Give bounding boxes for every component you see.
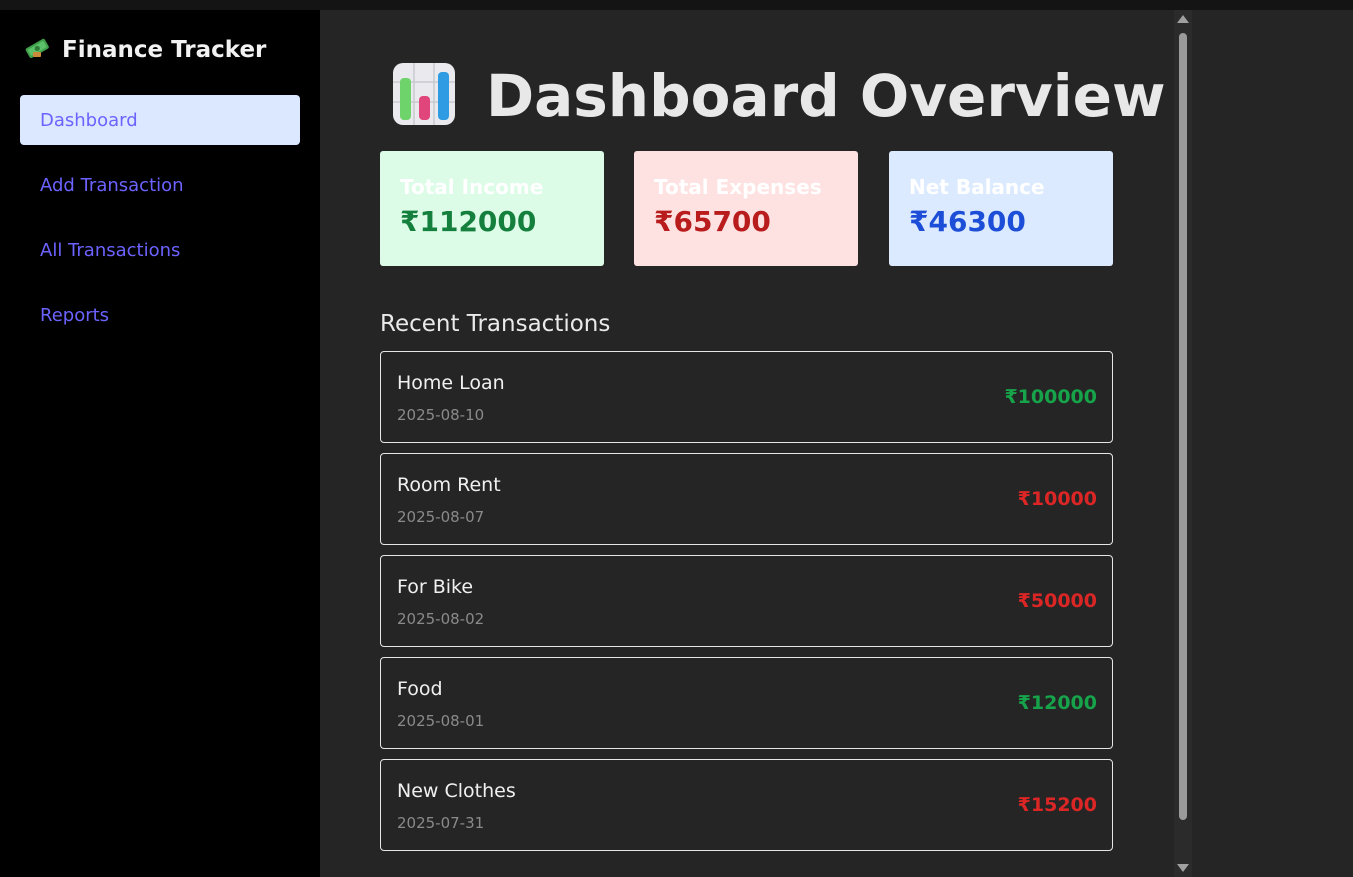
card-value: ₹112000 [400, 205, 537, 238]
card-label: Total Income [400, 175, 544, 199]
page-title: Dashboard Overview [486, 62, 1166, 130]
sidebar-item-label: Add Transaction [40, 174, 184, 196]
transaction-row[interactable]: Room Rent 2025-08-07 ₹10000 [380, 453, 1113, 545]
transaction-row[interactable]: For Bike 2025-08-02 ₹50000 [380, 555, 1113, 647]
total-income-card: Total Income ₹112000 [380, 151, 604, 266]
sidebar-item-dashboard[interactable]: Dashboard [20, 95, 300, 145]
transaction-date: 2025-08-02 [397, 610, 485, 628]
transaction-name: For Bike [397, 576, 474, 598]
transaction-amount: ₹12000 [1017, 692, 1097, 714]
transaction-row[interactable]: New Clothes 2025-07-31 ₹15200 [380, 759, 1113, 851]
app-title: Finance Tracker [62, 37, 267, 63]
sidebar-item-label: Reports [40, 304, 110, 326]
sidebar-item-label: All Transactions [40, 239, 181, 261]
scroll-thumb[interactable] [1179, 33, 1187, 820]
vertical-scrollbar[interactable] [1174, 10, 1192, 877]
card-label: Total Expenses [654, 175, 822, 199]
transaction-name: Food [397, 678, 443, 700]
transaction-name: Room Rent [397, 474, 501, 496]
net-balance-card: Net Balance ₹46300 [889, 151, 1113, 266]
sidebar-item-reports[interactable]: Reports [20, 290, 300, 340]
empty-area [1192, 10, 1353, 877]
bar-chart-icon [392, 62, 456, 130]
transaction-date: 2025-08-01 [397, 712, 485, 730]
transaction-amount: ₹15200 [1017, 794, 1097, 816]
window-top-bar [0, 0, 1353, 10]
transaction-date: 2025-08-07 [397, 508, 485, 526]
total-expenses-card: Total Expenses ₹65700 [634, 151, 858, 266]
sidebar: Finance Tracker Dashboard Add Transactio… [0, 10, 320, 877]
card-value: ₹46300 [909, 205, 1026, 238]
transaction-date: 2025-07-31 [397, 814, 485, 832]
sidebar-item-add-transaction[interactable]: Add Transaction [20, 160, 300, 210]
transaction-amount: ₹100000 [1004, 386, 1097, 408]
transaction-name: New Clothes [397, 780, 516, 802]
brand: Finance Tracker [24, 35, 266, 65]
transaction-row[interactable]: Home Loan 2025-08-10 ₹100000 [380, 351, 1113, 443]
scroll-up-arrow-icon[interactable] [1177, 15, 1189, 23]
recent-transactions-heading: Recent Transactions [380, 311, 611, 337]
money-icon [24, 35, 50, 65]
card-value: ₹65700 [654, 205, 771, 238]
transaction-amount: ₹50000 [1017, 590, 1097, 612]
transaction-amount: ₹10000 [1017, 488, 1097, 510]
transaction-name: Home Loan [397, 372, 505, 394]
scroll-down-arrow-icon[interactable] [1177, 864, 1189, 872]
page-header: Dashboard Overview [392, 62, 1166, 130]
card-label: Net Balance [909, 175, 1045, 199]
transaction-row[interactable]: Food 2025-08-01 ₹12000 [380, 657, 1113, 749]
transaction-date: 2025-08-10 [397, 406, 485, 424]
sidebar-item-all-transactions[interactable]: All Transactions [20, 225, 300, 275]
sidebar-item-label: Dashboard [40, 109, 138, 131]
